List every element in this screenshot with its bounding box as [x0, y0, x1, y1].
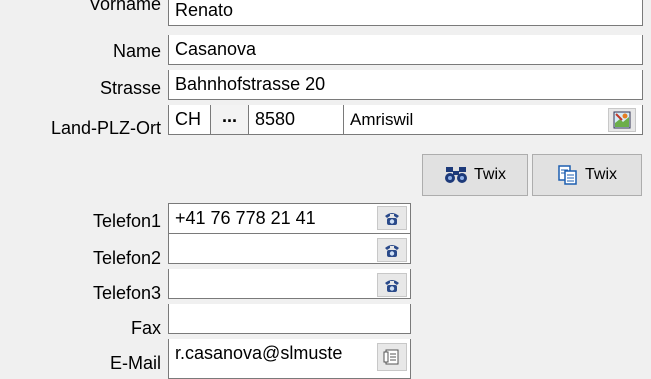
email-label: E-Mail — [109, 353, 161, 373]
email-send-button[interactable] — [377, 343, 407, 371]
vorname-field[interactable]: Renato — [168, 0, 643, 26]
email-value: r.casanova@slmuste — [175, 343, 343, 363]
phone-icon — [383, 209, 401, 227]
binoculars-icon — [444, 165, 468, 185]
plz-value: 8580 — [255, 109, 296, 129]
telefon2-call-button[interactable] — [377, 238, 407, 262]
strasse-label: Strasse — [99, 78, 161, 98]
twix-copy-button[interactable]: Twix — [532, 154, 642, 196]
twix-copy-label: Twix — [585, 166, 617, 183]
telefon2-label: Telefon2 — [92, 248, 161, 268]
email-icon — [383, 348, 401, 366]
email-field[interactable]: r.casanova@slmuste — [168, 339, 411, 379]
strasse-value: Bahnhofstrasse 20 — [175, 74, 326, 94]
ort-value: Amriswil — [350, 110, 414, 129]
map-icon — [613, 111, 631, 129]
telefon1-call-button[interactable] — [377, 206, 407, 230]
plz-field[interactable]: 8580 — [249, 105, 344, 135]
vorname-label: Vorname — [88, 0, 161, 14]
telefon1-field[interactable]: +41 76 778 21 41 — [168, 203, 411, 234]
fax-label: Fax — [130, 318, 161, 338]
name-label: Name — [112, 41, 161, 61]
land-field[interactable]: CH — [168, 105, 211, 135]
telefon2-field[interactable] — [168, 234, 411, 264]
telefon1-value: +41 76 778 21 41 — [175, 208, 316, 228]
name-field[interactable]: Casanova — [168, 35, 643, 65]
telefon3-field[interactable] — [168, 269, 411, 299]
vorname-value: Renato — [175, 0, 234, 20]
land-plz-ort-label: Land-PLZ-Ort — [50, 118, 161, 138]
fax-field[interactable] — [168, 304, 411, 334]
phone-icon — [383, 241, 401, 259]
land-value: CH — [175, 109, 201, 129]
strasse-field[interactable]: Bahnhofstrasse 20 — [168, 70, 643, 100]
telefon3-label: Telefon3 — [92, 283, 161, 303]
telefon3-call-button[interactable] — [377, 273, 407, 297]
twix-search-button[interactable]: Twix — [422, 154, 528, 196]
land-picker-label: ... — [221, 106, 237, 126]
copy-icon — [557, 164, 579, 186]
telefon1-label: Telefon1 — [92, 211, 161, 231]
map-button[interactable] — [608, 108, 636, 132]
name-value: Casanova — [175, 39, 257, 59]
twix-search-label: Twix — [474, 166, 506, 183]
phone-icon — [383, 276, 401, 294]
land-picker-button[interactable]: ... — [211, 105, 249, 135]
ort-field[interactable]: Amriswil — [344, 105, 643, 135]
